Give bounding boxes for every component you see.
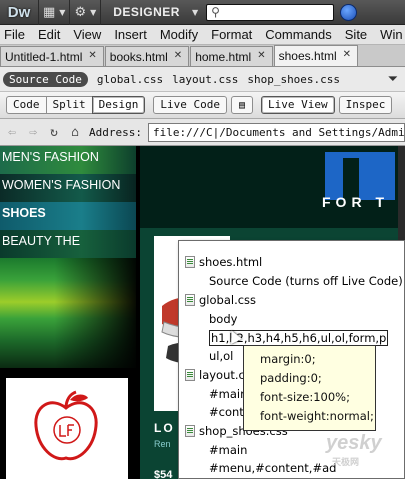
close-icon[interactable]: ✕ bbox=[343, 49, 351, 60]
source-code-button[interactable]: Source Code bbox=[3, 71, 88, 87]
nav-rule-main-2[interactable]: #main bbox=[209, 441, 247, 459]
tooltip-line: padding:0; bbox=[260, 371, 322, 385]
cs-live-icon[interactable] bbox=[340, 3, 358, 21]
menu-insert[interactable]: Insert bbox=[109, 27, 155, 42]
nav-file-layout-css[interactable]: layout.c bbox=[185, 366, 245, 384]
menu-site[interactable]: Site bbox=[340, 27, 375, 42]
address-input[interactable]: file:///C|/Documents and Settings/Admini… bbox=[147, 122, 405, 142]
design-view-button[interactable]: Design bbox=[91, 96, 146, 114]
menu-window[interactable]: Win bbox=[375, 27, 405, 42]
tab-label: shoes.html bbox=[278, 49, 337, 63]
extend-menu-button[interactable]: ⚙ ▼ bbox=[69, 0, 100, 25]
layout-icon: ▦ bbox=[43, 4, 56, 20]
menu-edit[interactable]: Edit bbox=[33, 27, 68, 42]
tab-books[interactable]: books.html ✕ bbox=[104, 46, 190, 66]
watermark-text: yesky bbox=[326, 432, 382, 454]
nav-rule-content[interactable]: #cont bbox=[209, 403, 244, 421]
nav-womens-fashion[interactable]: WOMEN'S FASHION bbox=[0, 174, 136, 202]
workspace-switcher[interactable]: DESIGNER ▼ bbox=[100, 0, 202, 25]
inspect-button[interactable]: Inspec bbox=[338, 96, 393, 114]
related-file-layout-css[interactable]: layout.css bbox=[172, 73, 238, 86]
watermark: yesky 天极网 bbox=[326, 432, 382, 468]
menu-commands[interactable]: Commands bbox=[260, 27, 339, 42]
nav-mens-fashion[interactable]: MEN'S FASHION bbox=[0, 146, 136, 174]
document-tabs: Untitled-1.html ✕ books.html ✕ home.html… bbox=[0, 45, 405, 67]
chevron-down-icon: ▼ bbox=[191, 7, 199, 17]
tab-home[interactable]: home.html ✕ bbox=[190, 46, 273, 66]
nav-file-global-css[interactable]: global.css bbox=[185, 291, 256, 309]
menu-bar: File Edit View Insert Modify Format Comm… bbox=[0, 25, 405, 45]
css-properties-tooltip: margin:0; padding:0; font-size:100%; fon… bbox=[243, 345, 376, 431]
product-subtitle: Ren bbox=[154, 439, 171, 449]
nav-beauty[interactable]: BEAUTY THE bbox=[0, 230, 136, 258]
tooltip-line: font-size:100%; bbox=[260, 390, 350, 404]
live-code-button[interactable]: Live Code bbox=[153, 96, 227, 114]
dreamweaver-window: Dw ▦ ▼ ⚙ ▼ DESIGNER ▼ ⚲ File Edit View I… bbox=[0, 0, 405, 479]
page-left-nav: MEN'S FASHION WOMEN'S FASHION SHOES BEAU… bbox=[0, 146, 136, 479]
related-file-global-css[interactable]: global.css bbox=[97, 73, 163, 86]
file-icon bbox=[185, 425, 195, 437]
nav-rule-body[interactable]: body bbox=[209, 310, 237, 328]
nav-rule-headings-cont: ul,ol bbox=[209, 349, 234, 363]
refresh-icon[interactable]: ↻ bbox=[45, 125, 63, 140]
menu-view[interactable]: View bbox=[68, 27, 109, 42]
check-browser-icon[interactable]: ▤ bbox=[230, 96, 253, 114]
chevron-down-icon: ▼ bbox=[90, 7, 97, 17]
file-icon bbox=[185, 256, 195, 268]
file-icon bbox=[185, 369, 195, 381]
address-label: Address: bbox=[89, 125, 142, 139]
menu-modify[interactable]: Modify bbox=[155, 27, 206, 42]
app-logo: Dw bbox=[7, 3, 31, 21]
workspace-label: DESIGNER bbox=[113, 5, 180, 19]
document-toolbar: Code Split Design Live Code ▤ Live View … bbox=[0, 92, 405, 119]
nav-shoes[interactable]: SHOES bbox=[0, 202, 136, 230]
watermark-subtext: 天极网 bbox=[332, 457, 360, 467]
close-icon[interactable]: ✕ bbox=[88, 50, 96, 61]
code-view-button[interactable]: Code bbox=[6, 96, 47, 114]
layout-menu-button[interactable]: ▦ ▼ bbox=[38, 0, 69, 25]
product-price: $54 bbox=[154, 469, 173, 479]
tab-untitled-1[interactable]: Untitled-1.html ✕ bbox=[0, 46, 104, 66]
nav-file-shoes-html[interactable]: shoes.html bbox=[185, 253, 262, 271]
brand-block bbox=[325, 152, 395, 200]
nav-rule-menu-content[interactable]: #menu,#content,#ad bbox=[209, 459, 336, 477]
product-title: LO bbox=[154, 421, 175, 435]
page-header: FOR T bbox=[140, 146, 405, 228]
gear-icon: ⚙ bbox=[74, 4, 87, 20]
tab-label: Untitled-1.html bbox=[5, 50, 83, 64]
home-icon[interactable]: ⌂ bbox=[66, 125, 84, 140]
back-arrow-icon[interactable]: ⇦ bbox=[3, 125, 21, 140]
decorative-stripes bbox=[0, 258, 136, 368]
close-icon[interactable]: ✕ bbox=[257, 50, 265, 61]
forward-arrow-icon[interactable]: ⇨ bbox=[24, 125, 42, 140]
related-files-bar: Source Code global.css layout.css shop_s… bbox=[0, 67, 405, 92]
brand-logo bbox=[6, 378, 128, 479]
filter-icon[interactable]: ⏷ bbox=[388, 72, 398, 87]
tab-shoes[interactable]: shoes.html ✕ bbox=[273, 45, 359, 66]
chevron-down-icon: ▼ bbox=[59, 7, 66, 17]
search-input[interactable]: ⚲ bbox=[206, 3, 335, 21]
menu-format[interactable]: Format bbox=[206, 27, 260, 42]
browser-navigation-bar: ⇦ ⇨ ↻ ⌂ Address: file:///C|/Documents an… bbox=[0, 119, 405, 146]
split-view-button[interactable]: Split bbox=[45, 96, 93, 114]
live-view-button[interactable]: Live View bbox=[260, 96, 335, 114]
brand-text: FOR T bbox=[322, 194, 389, 210]
title-bar: Dw ▦ ▼ ⚙ ▼ DESIGNER ▼ ⚲ bbox=[0, 0, 405, 25]
nav-rule-main[interactable]: #main bbox=[209, 385, 247, 403]
nav-source-code[interactable]: Source Code (turns off Live Code) bbox=[209, 272, 403, 290]
tooltip-line: margin:0; bbox=[260, 352, 316, 366]
menu-file[interactable]: File bbox=[0, 27, 33, 42]
file-icon bbox=[185, 294, 195, 306]
related-file-shop-shoes-css[interactable]: shop_shoes.css bbox=[247, 73, 340, 86]
tab-label: books.html bbox=[109, 50, 168, 64]
tab-label: home.html bbox=[195, 50, 252, 64]
apple-logo-icon bbox=[34, 390, 98, 461]
search-icon: ⚲ bbox=[211, 5, 220, 19]
tooltip-line: font-weight:normal; bbox=[260, 409, 374, 423]
close-icon[interactable]: ✕ bbox=[174, 50, 182, 61]
